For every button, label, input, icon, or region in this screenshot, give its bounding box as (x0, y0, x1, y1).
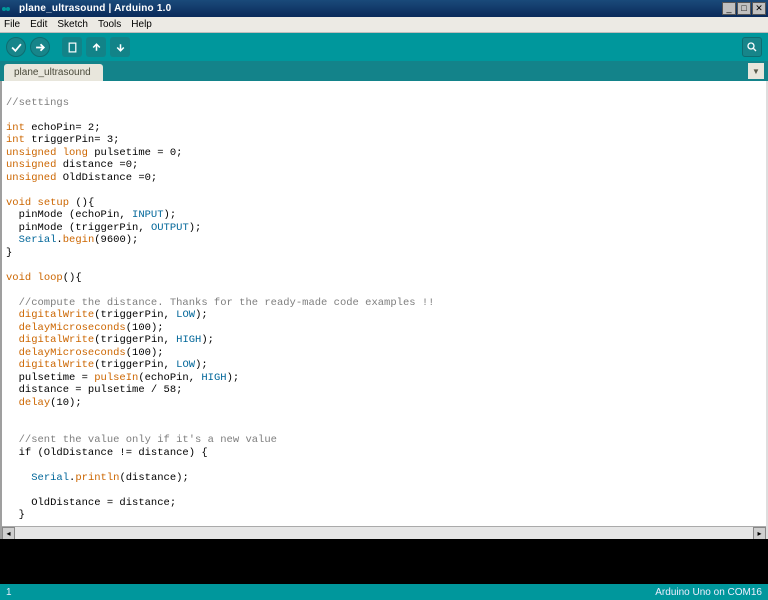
menu-edit[interactable]: Edit (30, 19, 47, 30)
console-output (0, 539, 768, 584)
file-icon (67, 42, 78, 53)
status-line-number: 1 (6, 587, 12, 598)
arrow-right-icon (35, 42, 46, 53)
open-button[interactable] (86, 37, 106, 57)
upload-button[interactable] (30, 37, 50, 57)
editor-area: //settings int echoPin= 2; int triggerPi… (0, 81, 768, 539)
arrow-down-icon (115, 42, 126, 53)
verify-button[interactable] (6, 37, 26, 57)
tab-active[interactable]: plane_ultrasound (4, 64, 103, 81)
status-board: Arduino Uno on COM16 (655, 587, 762, 598)
menu-tools[interactable]: Tools (98, 19, 121, 30)
scroll-right-button[interactable]: ▸ (753, 527, 766, 539)
minimize-button[interactable]: _ (722, 2, 736, 15)
window-title: plane_ultrasound | Arduino 1.0 (19, 3, 721, 14)
magnifier-icon (746, 41, 758, 53)
titlebar: plane_ultrasound | Arduino 1.0 _ □ ✕ (0, 0, 768, 17)
serial-monitor-button[interactable] (742, 37, 762, 57)
code-editor[interactable]: //settings int echoPin= 2; int triggerPi… (2, 81, 766, 539)
new-button[interactable] (62, 37, 82, 57)
horizontal-scrollbar[interactable]: ◂ ▸ (2, 526, 766, 539)
menubar: File Edit Sketch Tools Help (0, 17, 768, 33)
menu-help[interactable]: Help (131, 19, 152, 30)
scroll-left-button[interactable]: ◂ (2, 527, 15, 539)
scroll-track[interactable] (15, 527, 753, 539)
tabstrip: plane_ultrasound ▼ (0, 61, 768, 81)
menu-sketch[interactable]: Sketch (57, 19, 88, 30)
tab-label: plane_ultrasound (14, 67, 91, 78)
tab-menu-button[interactable]: ▼ (748, 63, 764, 79)
toolbar (0, 33, 768, 61)
menu-file[interactable]: File (4, 19, 20, 30)
close-button[interactable]: ✕ (752, 2, 766, 15)
maximize-button[interactable]: □ (737, 2, 751, 15)
status-bar: 1 Arduino Uno on COM16 (0, 584, 768, 600)
check-icon (11, 42, 22, 53)
arrow-up-icon (91, 42, 102, 53)
arduino-icon (2, 3, 16, 15)
save-button[interactable] (110, 37, 130, 57)
